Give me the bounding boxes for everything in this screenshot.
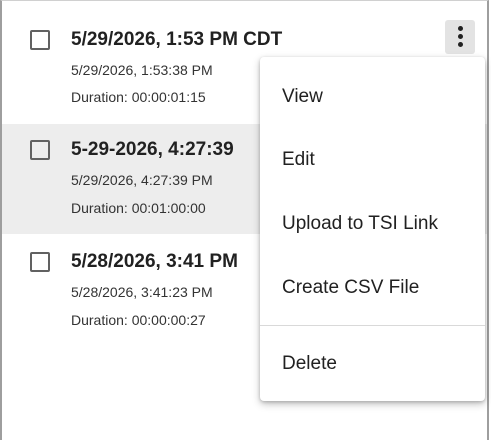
more-vertical-icon[interactable]: [445, 20, 475, 54]
checkbox-unchecked-icon[interactable]: [30, 30, 50, 50]
checkbox-unchecked-icon[interactable]: [30, 252, 50, 272]
context-menu: View Edit Upload to TSI Link Create CSV …: [260, 57, 485, 401]
menu-item-view[interactable]: View: [260, 69, 485, 125]
record-timestamp: 5/29/2026, 4:27:39 PM: [71, 172, 213, 188]
recording-list-panel: 5/29/2026, 1:53 PM CDT 5/29/2026, 1:53:3…: [0, 0, 489, 440]
menu-item-delete[interactable]: Delete: [260, 336, 485, 392]
record-title: 5/28/2026, 3:41 PM: [71, 251, 238, 272]
record-duration: Duration: 00:01:00:00: [71, 200, 206, 216]
record-title: 5/29/2026, 1:53 PM CDT: [71, 29, 283, 50]
menu-item-upload-tsi-link[interactable]: Upload to TSI Link: [260, 196, 485, 252]
checkbox-unchecked-icon[interactable]: [30, 140, 50, 160]
kebab-dot: [458, 34, 463, 39]
menu-item-create-csv[interactable]: Create CSV File: [260, 260, 485, 316]
record-timestamp: 5/28/2026, 3:41:23 PM: [71, 284, 213, 300]
menu-item-edit[interactable]: Edit: [260, 132, 485, 188]
kebab-dot: [458, 26, 463, 31]
record-duration: Duration: 00:00:00:27: [71, 312, 206, 328]
record-timestamp: 5/29/2026, 1:53:38 PM: [71, 62, 213, 78]
record-title: 5-29-2026, 4:27:39: [71, 139, 234, 160]
record-duration: Duration: 00:00:01:15: [71, 89, 206, 105]
menu-divider: [260, 325, 485, 326]
kebab-dot: [458, 42, 463, 47]
